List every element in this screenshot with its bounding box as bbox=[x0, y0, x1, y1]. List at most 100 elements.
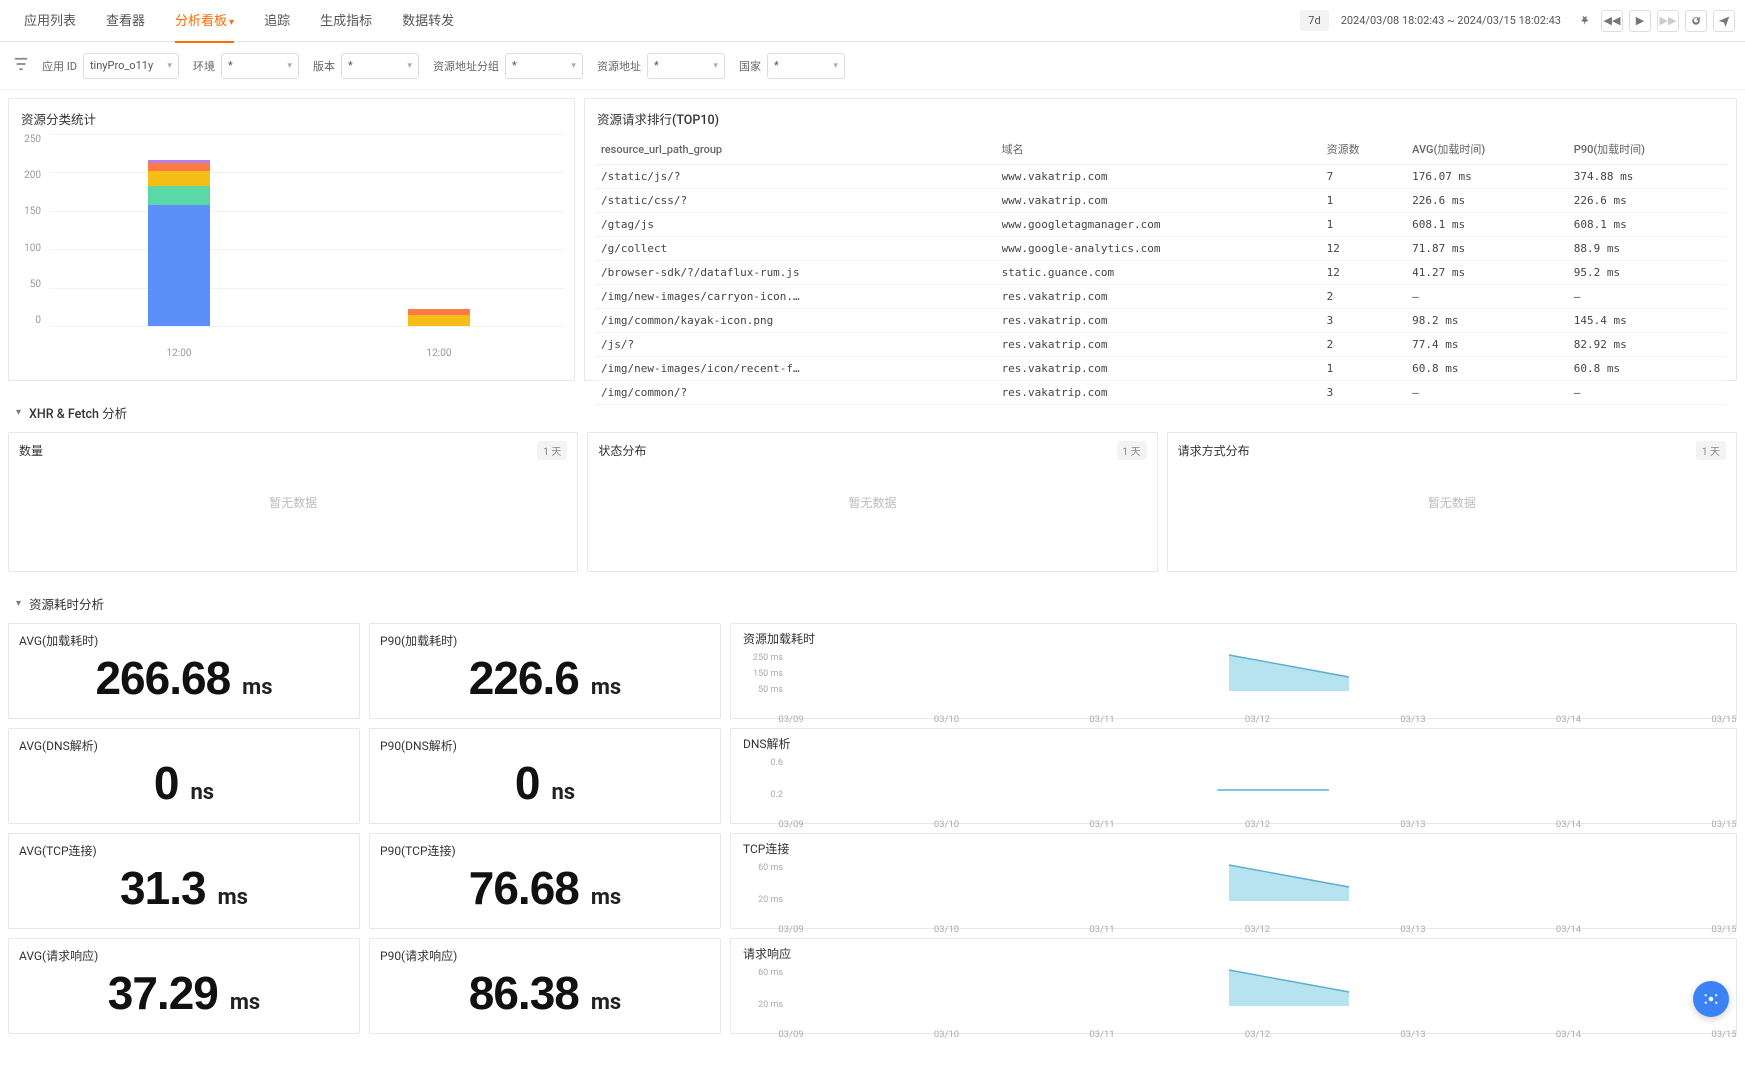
chevron-down-icon: ▾ bbox=[407, 61, 412, 71]
metric-p90: P90(请求响应)86.38ms bbox=[369, 938, 721, 1034]
time-preset[interactable]: 7d bbox=[1300, 10, 1328, 31]
table-cell: 226.6 ms bbox=[1568, 189, 1726, 213]
metric-value: 0 bbox=[154, 756, 179, 810]
table-row[interactable]: /img/common/kayak-icon.pngres.vakatrip.c… bbox=[595, 309, 1726, 333]
metric-unit: ms bbox=[591, 675, 621, 700]
table-row[interactable]: /img/new-images/icon/recent-f…res.vakatr… bbox=[595, 357, 1726, 381]
time-range[interactable]: 2024/03/08 18:02:43 ~ 2024/03/15 18:02:4… bbox=[1335, 10, 1567, 31]
table-cell: res.vakatrip.com bbox=[996, 309, 1321, 333]
table-cell: 226.6 ms bbox=[1406, 189, 1568, 213]
timeline-panel: 资源加载耗时 250 ms150 ms50 ms 03/0903/1003/11… bbox=[730, 623, 1737, 719]
tab-forward[interactable]: 数据转发 bbox=[402, 0, 454, 43]
column-header: 域名 bbox=[996, 134, 1321, 165]
metric-unit: ns bbox=[551, 780, 575, 805]
metric-value: 31.3 bbox=[120, 861, 206, 915]
y-tick: 0 bbox=[15, 315, 41, 326]
x-tick: 03/10 bbox=[934, 714, 959, 725]
tab-app-list[interactable]: 应用列表 bbox=[24, 0, 76, 43]
metric-unit: ms bbox=[591, 990, 621, 1015]
metric-label: AVG(加载耗时) bbox=[19, 632, 349, 649]
version-select[interactable]: *▾ bbox=[341, 53, 419, 79]
table-cell: res.vakatrip.com bbox=[996, 285, 1321, 309]
y-tick: 20 ms bbox=[743, 1000, 783, 1010]
y-tick: 100 bbox=[15, 243, 41, 254]
no-data-text: 暂无数据 bbox=[9, 433, 577, 571]
table-row[interactable]: /js/?res.vakatrip.com277.4 ms82.92 ms bbox=[595, 333, 1726, 357]
metric-avg: AVG(加载耗时)266.68ms bbox=[8, 623, 360, 719]
timeline-title: 请求响应 bbox=[743, 945, 1724, 962]
timeline-title: TCP连接 bbox=[743, 840, 1724, 857]
table-row[interactable]: /g/collectwww.google-analytics.com1271.8… bbox=[595, 237, 1726, 261]
urlgroup-select[interactable]: *▾ bbox=[505, 53, 583, 79]
tab-dashboard[interactable]: 分析看板▾ bbox=[175, 0, 234, 43]
metric-p90: P90(DNS解析)0ns bbox=[369, 728, 721, 824]
step-back-icon[interactable]: ◀◀ bbox=[1601, 10, 1623, 32]
x-tick: 03/09 bbox=[778, 819, 803, 830]
metric-avg: AVG(请求响应)37.29ms bbox=[8, 938, 360, 1034]
table-cell: 41.27 ms bbox=[1406, 261, 1568, 285]
x-tick: 03/14 bbox=[1556, 1029, 1581, 1040]
timeline-panel: 请求响应 60 ms20 ms 03/0903/1003/1103/1203/1… bbox=[730, 938, 1737, 1034]
table-cell: www.vakatrip.com bbox=[996, 165, 1321, 189]
table-header-row: resource_url_path_group域名资源数AVG(加载时间)P90… bbox=[595, 134, 1726, 165]
resource-timing-section-header[interactable]: ▾ 资源耗时分析 bbox=[8, 582, 1737, 623]
table-cell: /js/? bbox=[595, 333, 996, 357]
nav-tabs: 应用列表 查看器 分析看板▾ 追踪 生成指标 数据转发 bbox=[10, 0, 454, 43]
table-cell: /img/new-images/carryon-icon.… bbox=[595, 285, 996, 309]
share-icon[interactable] bbox=[1713, 10, 1735, 32]
table-row[interactable]: /static/css/?www.vakatrip.com1226.6 ms22… bbox=[595, 189, 1726, 213]
timeline-title: DNS解析 bbox=[743, 735, 1724, 752]
chevron-down-icon: ▾ bbox=[713, 61, 718, 71]
table-cell: 2 bbox=[1321, 285, 1407, 309]
table-row[interactable]: /img/common/?res.vakatrip.com3—— bbox=[595, 381, 1726, 405]
metric-avg: AVG(DNS解析)0ns bbox=[8, 728, 360, 824]
x-tick: 03/09 bbox=[778, 714, 803, 725]
version-label: 版本 bbox=[313, 58, 335, 74]
table-cell: www.vakatrip.com bbox=[996, 189, 1321, 213]
filter-icon[interactable] bbox=[14, 57, 28, 74]
x-tick: 03/11 bbox=[1089, 714, 1114, 725]
table-row[interactable]: /gtag/jswww.googletagmanager.com1608.1 m… bbox=[595, 213, 1726, 237]
table-row[interactable]: /img/new-images/carryon-icon.…res.vakatr… bbox=[595, 285, 1726, 309]
column-header: AVG(加载时间) bbox=[1406, 134, 1568, 165]
table-cell: /static/css/? bbox=[595, 189, 996, 213]
tab-trace[interactable]: 追踪 bbox=[264, 0, 290, 43]
bar-segment bbox=[148, 163, 210, 171]
x-tick: 03/09 bbox=[778, 924, 803, 935]
bar-column[interactable] bbox=[408, 309, 470, 326]
tab-viewer[interactable]: 查看器 bbox=[106, 0, 145, 43]
pin-icon[interactable] bbox=[1573, 10, 1595, 32]
column-header: resource_url_path_group bbox=[595, 134, 996, 165]
refresh-icon[interactable] bbox=[1685, 10, 1707, 32]
y-tick: 150 ms bbox=[743, 669, 783, 679]
filter-bar: 应用 ID tinyPro_o11y▾ 环境 *▾ 版本 *▾ 资源地址分组 *… bbox=[0, 42, 1745, 90]
no-data-text: 暂无数据 bbox=[1168, 433, 1736, 571]
section-title: 资源耗时分析 bbox=[29, 594, 104, 613]
table-cell: — bbox=[1568, 285, 1726, 309]
step-forward-icon[interactable]: ▶▶ bbox=[1657, 10, 1679, 32]
resource-category-panel: 资源分类统计 250200150100500 12:0012:00 bbox=[8, 98, 575, 381]
xhr-panel: 状态分布1 天暂无数据 bbox=[587, 432, 1157, 572]
y-tick: 250 ms bbox=[743, 653, 783, 663]
xhr-panel: 数量1 天暂无数据 bbox=[8, 432, 578, 572]
env-select[interactable]: *▾ bbox=[221, 53, 299, 79]
chevron-down-icon: ▾ bbox=[229, 17, 234, 28]
app-id-select[interactable]: tinyPro_o11y▾ bbox=[83, 53, 179, 79]
y-tick: 50 ms bbox=[743, 685, 783, 695]
table-cell: www.googletagmanager.com bbox=[996, 213, 1321, 237]
table-row[interactable]: /static/js/?www.vakatrip.com7176.07 ms37… bbox=[595, 165, 1726, 189]
table-cell: 12 bbox=[1321, 237, 1407, 261]
table-row[interactable]: /browser-sdk/?/dataflux-rum.jsstatic.gua… bbox=[595, 261, 1726, 285]
tab-metrics[interactable]: 生成指标 bbox=[320, 0, 372, 43]
country-select[interactable]: *▾ bbox=[767, 53, 845, 79]
play-icon[interactable]: ▶ bbox=[1629, 10, 1651, 32]
x-tick: 03/10 bbox=[934, 1029, 959, 1040]
url-select[interactable]: *▾ bbox=[647, 53, 725, 79]
bar-segment bbox=[148, 205, 210, 326]
y-tick: 0.6 bbox=[743, 758, 783, 768]
timeline-panel: TCP连接 60 ms20 ms 03/0903/1003/1103/1203/… bbox=[730, 833, 1737, 929]
table-cell: www.google-analytics.com bbox=[996, 237, 1321, 261]
assist-fab[interactable] bbox=[1693, 981, 1729, 1017]
bar-column[interactable] bbox=[148, 160, 210, 326]
x-tick: 03/13 bbox=[1400, 714, 1425, 725]
